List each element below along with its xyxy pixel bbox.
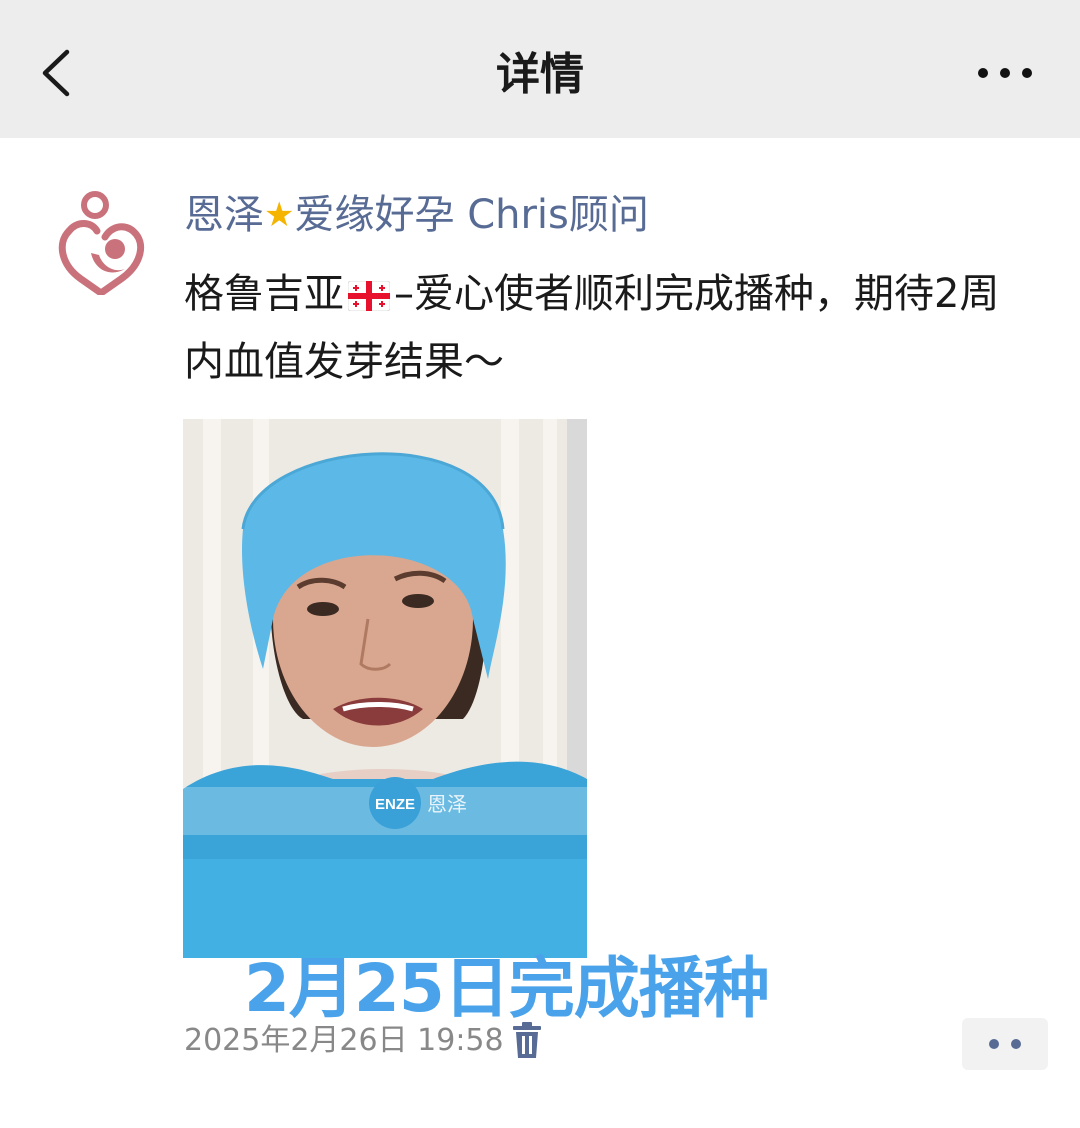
more-options-button[interactable] bbox=[960, 48, 1050, 98]
delete-button[interactable] bbox=[510, 1022, 544, 1060]
top-navigation-bar: 详情 bbox=[0, 0, 1080, 138]
more-dot bbox=[1000, 68, 1010, 78]
photo-illustration: ENZE 恩泽 bbox=[183, 419, 587, 958]
more-horizontal-icon bbox=[978, 68, 988, 78]
photo-caption: 2月25日完成播种 bbox=[244, 950, 770, 1027]
author-name-part2: 爱缘好孕 Chris顾问 bbox=[294, 192, 649, 238]
page-title: 详情 bbox=[496, 49, 584, 100]
comment-like-menu-button[interactable] bbox=[962, 1018, 1048, 1070]
watermark-brand: ENZE bbox=[375, 796, 415, 813]
georgia-flag-icon bbox=[347, 266, 391, 330]
post-photo[interactable]: ENZE 恩泽 bbox=[183, 419, 587, 958]
watermark-text: 恩泽 bbox=[427, 792, 467, 816]
more-dot bbox=[1011, 1039, 1021, 1049]
more-dots-icon bbox=[989, 1039, 999, 1049]
avatar[interactable] bbox=[46, 186, 160, 300]
author-name-part1: 恩泽 bbox=[184, 192, 264, 238]
post-text-part1: 格鲁吉亚 bbox=[184, 271, 344, 317]
post-text: 格鲁吉亚 –爱心使者顺利完成播种，期待2周内血值发芽结果～ bbox=[184, 262, 1034, 394]
post-timestamp: 2025年2月26日 19:58 bbox=[184, 1023, 504, 1058]
more-dot bbox=[1022, 68, 1032, 78]
brand-logo-icon bbox=[58, 191, 145, 295]
trash-icon bbox=[513, 1022, 541, 1058]
author-name[interactable]: 恩泽★爱缘好孕 Chris顾问 bbox=[184, 186, 649, 244]
star-icon: ★ bbox=[264, 195, 295, 235]
